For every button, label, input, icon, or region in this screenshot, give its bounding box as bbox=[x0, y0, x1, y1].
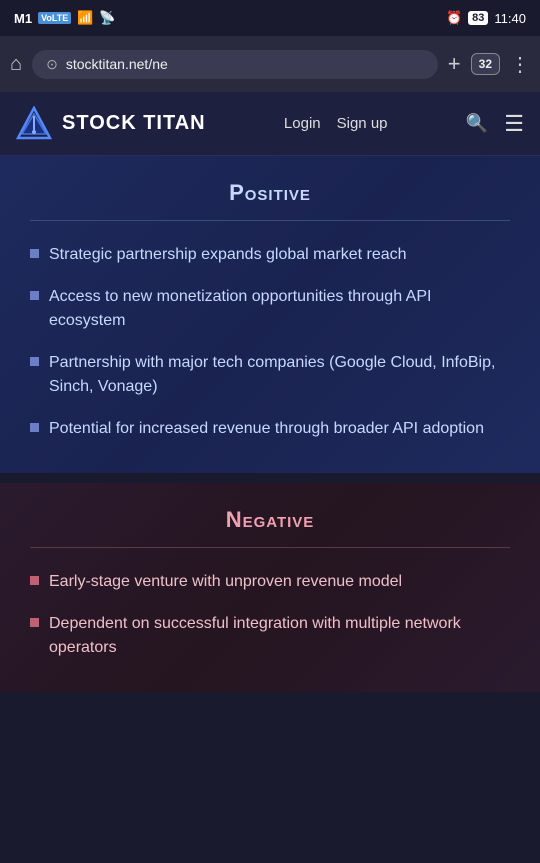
bullet-icon bbox=[30, 618, 39, 627]
positive-item-4: Potential for increased revenue through … bbox=[49, 417, 484, 441]
negative-section: Negative Early-stage venture with unprov… bbox=[0, 483, 540, 692]
browser-bar: ⌂ ⊙ stocktitan.net/ne + 32 ⋮ bbox=[0, 36, 540, 92]
list-item: Potential for increased revenue through … bbox=[30, 417, 510, 441]
negative-item-2: Dependent on successful integration with… bbox=[49, 612, 510, 660]
time-label: 11:40 bbox=[494, 11, 526, 26]
volte-badge: VoLTE bbox=[38, 12, 71, 24]
negative-item-1: Early-stage venture with unproven revenu… bbox=[49, 570, 402, 594]
tabs-count-badge[interactable]: 32 bbox=[471, 53, 500, 75]
wifi-icon: 📡 bbox=[99, 10, 115, 26]
status-left: M1 VoLTE 📶 📡 bbox=[14, 10, 116, 26]
nav-logo[interactable]: STOCK TITAN bbox=[16, 106, 206, 142]
browser-menu-button[interactable]: ⋮ bbox=[510, 52, 530, 77]
nav-bar: STOCK TITAN Login Sign up 🔍 ☰ bbox=[0, 92, 540, 156]
list-item: Early-stage venture with unproven revenu… bbox=[30, 570, 510, 594]
bullet-icon bbox=[30, 249, 39, 258]
carrier-label: M1 bbox=[14, 11, 32, 26]
bullet-icon bbox=[30, 357, 39, 366]
positive-divider bbox=[30, 220, 510, 221]
bullet-icon bbox=[30, 291, 39, 300]
negative-title: Negative bbox=[30, 507, 510, 533]
signup-link[interactable]: Sign up bbox=[337, 115, 388, 132]
main-content: Positive Strategic partnership expands g… bbox=[0, 156, 540, 692]
status-right: ⏰ 83 11:40 bbox=[446, 10, 526, 26]
login-link[interactable]: Login bbox=[284, 115, 321, 132]
positive-item-3: Partnership with major tech companies (G… bbox=[49, 351, 510, 399]
list-item: Strategic partnership expands global mar… bbox=[30, 243, 510, 267]
positive-item-2: Access to new monetization opportunities… bbox=[49, 285, 510, 333]
negative-divider bbox=[30, 547, 510, 548]
positive-section: Positive Strategic partnership expands g… bbox=[0, 156, 540, 473]
bullet-icon bbox=[30, 576, 39, 585]
positive-item-1: Strategic partnership expands global mar… bbox=[49, 243, 407, 267]
list-item: Access to new monetization opportunities… bbox=[30, 285, 510, 333]
logo-icon bbox=[16, 106, 52, 142]
list-item: Partnership with major tech companies (G… bbox=[30, 351, 510, 399]
signal-icon: 📶 bbox=[77, 10, 93, 26]
url-text: stocktitan.net/ne bbox=[66, 56, 168, 72]
nav-links: Login Sign up bbox=[284, 115, 388, 132]
hamburger-menu-icon[interactable]: ☰ bbox=[504, 111, 524, 137]
positive-list: Strategic partnership expands global mar… bbox=[30, 243, 510, 441]
url-bar[interactable]: ⊙ stocktitan.net/ne bbox=[32, 50, 438, 79]
alarm-icon: ⏰ bbox=[446, 10, 462, 26]
positive-title: Positive bbox=[30, 180, 510, 206]
nav-title: STOCK TITAN bbox=[62, 112, 206, 135]
nav-icons: 🔍 ☰ bbox=[466, 111, 524, 137]
battery-label: 83 bbox=[468, 11, 488, 25]
url-security-icon: ⊙ bbox=[46, 56, 58, 73]
status-bar: M1 VoLTE 📶 📡 ⏰ 83 11:40 bbox=[0, 0, 540, 36]
search-icon[interactable]: 🔍 bbox=[466, 113, 488, 134]
home-icon[interactable]: ⌂ bbox=[10, 53, 22, 76]
negative-list: Early-stage venture with unproven revenu… bbox=[30, 570, 510, 660]
bullet-icon bbox=[30, 423, 39, 432]
list-item: Dependent on successful integration with… bbox=[30, 612, 510, 660]
new-tab-button[interactable]: + bbox=[448, 51, 461, 77]
